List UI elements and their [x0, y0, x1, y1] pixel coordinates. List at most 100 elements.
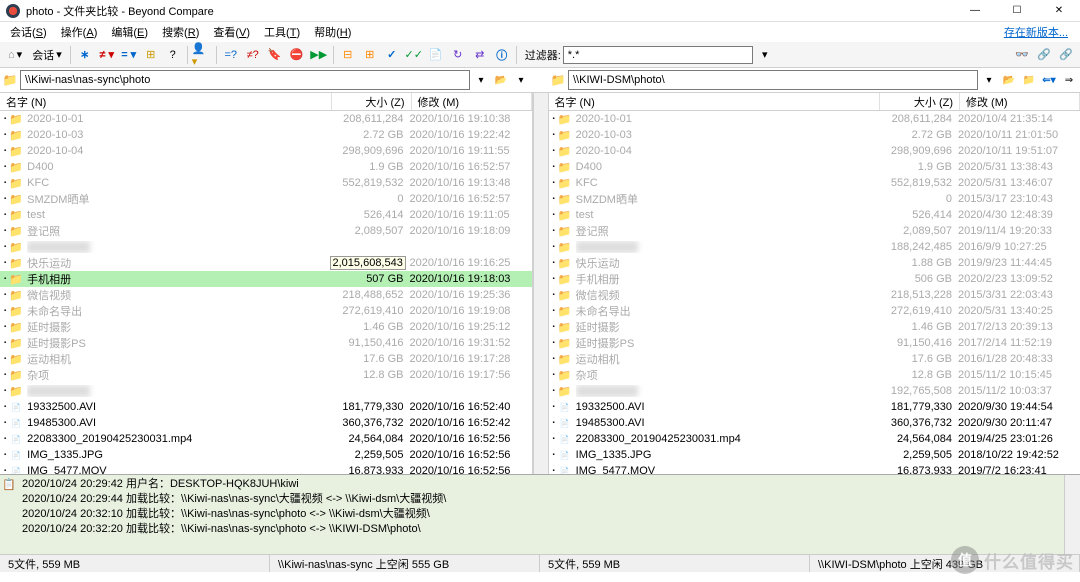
file-row[interactable]: ▪📄19332500.AVI181,779,3302020/9/30 19:44…	[549, 399, 1080, 415]
folder-row[interactable]: ▪📁快乐运动2,015,608,5432020/10/16 19:16:25	[0, 255, 532, 271]
expand-icon[interactable]: ▪	[4, 164, 6, 170]
right-col-date[interactable]: 修改 (M)	[960, 93, 1080, 110]
expand-icon[interactable]: ▪	[553, 292, 555, 298]
flag-button[interactable]: 🔖	[265, 45, 285, 65]
new-version-link[interactable]: 存在新版本...	[1004, 24, 1076, 40]
folder-row[interactable]: ▪📁手机相册507 GB2020/10/16 19:18:03	[0, 271, 532, 287]
folder-row[interactable]: ▪📁运动相机17.6 GB2016/1/28 20:48:33	[549, 351, 1080, 367]
right-browse-button[interactable]: 📂	[1000, 71, 1018, 89]
expand-button[interactable]: ⊟	[338, 45, 358, 65]
info-button[interactable]: ⓘ	[492, 45, 512, 65]
expand-icon[interactable]: ▪	[4, 388, 6, 394]
expand-icon[interactable]: ▪	[553, 132, 555, 138]
folder-row[interactable]: ▪📁快乐运动1.88 GB2019/9/23 11:44:45	[549, 255, 1080, 271]
folder-row[interactable]: ▪📁运动相机17.6 GB2020/10/16 19:17:28	[0, 351, 532, 367]
file-row[interactable]: ▪📄22083300_20190425230031.mp424,564,0842…	[0, 431, 532, 447]
filter-input[interactable]	[563, 46, 753, 64]
right-fwd-button[interactable]: ⇒	[1060, 71, 1078, 89]
left-col-date[interactable]: 修改 (M)	[412, 93, 532, 110]
expand-icon[interactable]: ▪	[4, 212, 6, 218]
menu-s[interactable]: 会话(S)	[4, 22, 53, 42]
left-col-size[interactable]: 大小 (Z)	[332, 93, 412, 110]
expand-icon[interactable]: ▪	[553, 260, 555, 266]
expand-icon[interactable]: ▪	[4, 196, 6, 202]
expand-icon[interactable]: ▪	[553, 116, 555, 122]
folder-row[interactable]: ▪📁手机相册506 GB2020/2/23 13:09:52	[549, 271, 1080, 287]
expand-icon[interactable]: ▪	[4, 404, 6, 410]
all-button[interactable]: ∗	[75, 45, 95, 65]
expand-icon[interactable]: ▪	[4, 116, 6, 122]
file-row[interactable]: ▪📄IMG_5477.MOV16,873,9332019/7/2 16:23:4…	[549, 463, 1080, 474]
expand-icon[interactable]: ▪	[553, 180, 555, 186]
expand-icon[interactable]: ▪	[4, 132, 6, 138]
expand-icon[interactable]: ▪	[553, 388, 555, 394]
expand-icon[interactable]: ▪	[553, 196, 555, 202]
folder-row[interactable]: ▪📁登记照2,089,5072019/11/4 19:20:33	[549, 223, 1080, 239]
expand-icon[interactable]: ▪	[4, 244, 6, 250]
same-button[interactable]: = ▾	[119, 45, 139, 65]
left-path-dropdown[interactable]: ▾	[472, 71, 490, 89]
expand-icon[interactable]: ▪	[4, 452, 6, 458]
files-button[interactable]: 📄	[426, 45, 446, 65]
log-scrollbar[interactable]	[1064, 475, 1080, 554]
left-path-input[interactable]	[20, 70, 470, 90]
folder-row[interactable]: ▪📁D4001.9 GB2020/5/31 13:38:43	[549, 159, 1080, 175]
select-button[interactable]: ✓	[382, 45, 402, 65]
log-icon[interactable]: 📋	[2, 477, 16, 491]
folder-row[interactable]: ▪📁未命名导出272,619,4102020/5/31 13:40:25	[549, 303, 1080, 319]
session-dropdown[interactable]: 会话 ▾	[28, 45, 66, 65]
expand-icon[interactable]: ▪	[4, 228, 6, 234]
folder-row[interactable]: ▪📁SMZDM晒单02020/10/16 16:52:57	[0, 191, 532, 207]
close-button[interactable]: ✕	[1038, 0, 1080, 22]
expand-icon[interactable]: ▪	[553, 436, 555, 442]
expand-icon[interactable]: ▪	[4, 148, 6, 154]
folder-row[interactable]: ▪📁延时摄影1.46 GB2020/10/16 19:25:12	[0, 319, 532, 335]
left-folder-icon[interactable]: 📁	[2, 72, 18, 88]
expand-icon[interactable]: ▪	[553, 420, 555, 426]
folder-row[interactable]: ▪📁test526,4142020/10/16 19:11:05	[0, 207, 532, 223]
file-row[interactable]: ▪📄22083300_20190425230031.mp424,564,0842…	[549, 431, 1080, 447]
folder-row[interactable]: ▪📁████████188,242,4852016/9/9 10:27:25	[549, 239, 1080, 255]
folder-row[interactable]: ▪📁2020-10-032.72 GB2020/10/11 21:01:50	[549, 127, 1080, 143]
folder-row[interactable]: ▪📁test526,4142020/4/30 12:48:39	[549, 207, 1080, 223]
expand-icon[interactable]: ▪	[553, 452, 555, 458]
folder-row[interactable]: ▪📁2020-10-04298,909,6962020/10/11 19:51:…	[549, 143, 1080, 159]
expand-icon[interactable]: ▪	[553, 404, 555, 410]
menu-a[interactable]: 操作(A)	[55, 22, 104, 42]
folder-row[interactable]: ▪📁微信视频218,488,6522020/10/16 19:25:36	[0, 287, 532, 303]
left-browse-button[interactable]: 📂	[492, 71, 510, 89]
expand-icon[interactable]: ▪	[4, 420, 6, 426]
folder-row[interactable]: ▪📁2020-10-04298,909,6962020/10/16 19:11:…	[0, 143, 532, 159]
folder-row[interactable]: ▪📁████████	[0, 239, 532, 255]
swap-button[interactable]: ⇄	[470, 45, 490, 65]
minimize-button[interactable]: —	[954, 0, 996, 22]
expand-icon[interactable]: ▪	[553, 164, 555, 170]
right-path-dropdown[interactable]: ▾	[980, 71, 998, 89]
right-rows[interactable]: ▪📁2020-10-01208,611,2842020/10/4 21:35:1…	[549, 111, 1080, 474]
struct-button[interactable]: ⊞	[141, 45, 161, 65]
right-col-name[interactable]: 名字 (N)	[549, 93, 881, 110]
expand-icon[interactable]: ▪	[553, 244, 555, 250]
center-strip[interactable]	[533, 93, 549, 474]
right-col-size[interactable]: 大小 (Z)	[880, 93, 960, 110]
file-row[interactable]: ▪📄19485300.AVI360,376,7322020/10/16 16:5…	[0, 415, 532, 431]
stop-button[interactable]: ⛔	[287, 45, 307, 65]
play-button[interactable]: ▶▶	[309, 45, 329, 65]
folder-row[interactable]: ▪📁登记照2,089,5072020/10/16 19:18:09	[0, 223, 532, 239]
link-green-icon[interactable]: 🔗	[1056, 45, 1076, 65]
file-row[interactable]: ▪📄IMG_1335.JPG2,259,5052018/10/22 19:42:…	[549, 447, 1080, 463]
folder-row[interactable]: ▪📁未命名导出272,619,4102020/10/16 19:19:08	[0, 303, 532, 319]
folder-row[interactable]: ▪📁D4001.9 GB2020/10/16 16:52:57	[0, 159, 532, 175]
select-all-button[interactable]: ✓✓	[404, 45, 424, 65]
folder-row[interactable]: ▪📁杂项12.8 GB2015/11/2 10:15:45	[549, 367, 1080, 383]
right-path-input[interactable]	[568, 70, 978, 90]
folder-row[interactable]: ▪📁KFC552,819,5322020/5/31 13:46:07	[549, 175, 1080, 191]
right-folder-icon[interactable]: 📁	[550, 72, 566, 88]
menu-r[interactable]: 搜索(R)	[156, 22, 205, 42]
right-up-button[interactable]: 📁	[1020, 71, 1038, 89]
refresh-button[interactable]: ↻	[448, 45, 468, 65]
expand-icon[interactable]: ▪	[4, 180, 6, 186]
folder-row[interactable]: ▪📁SMZDM晒单02015/3/17 23:10:43	[549, 191, 1080, 207]
expand-icon[interactable]: ▪	[4, 276, 6, 282]
expand-icon[interactable]: ▪	[4, 324, 6, 330]
